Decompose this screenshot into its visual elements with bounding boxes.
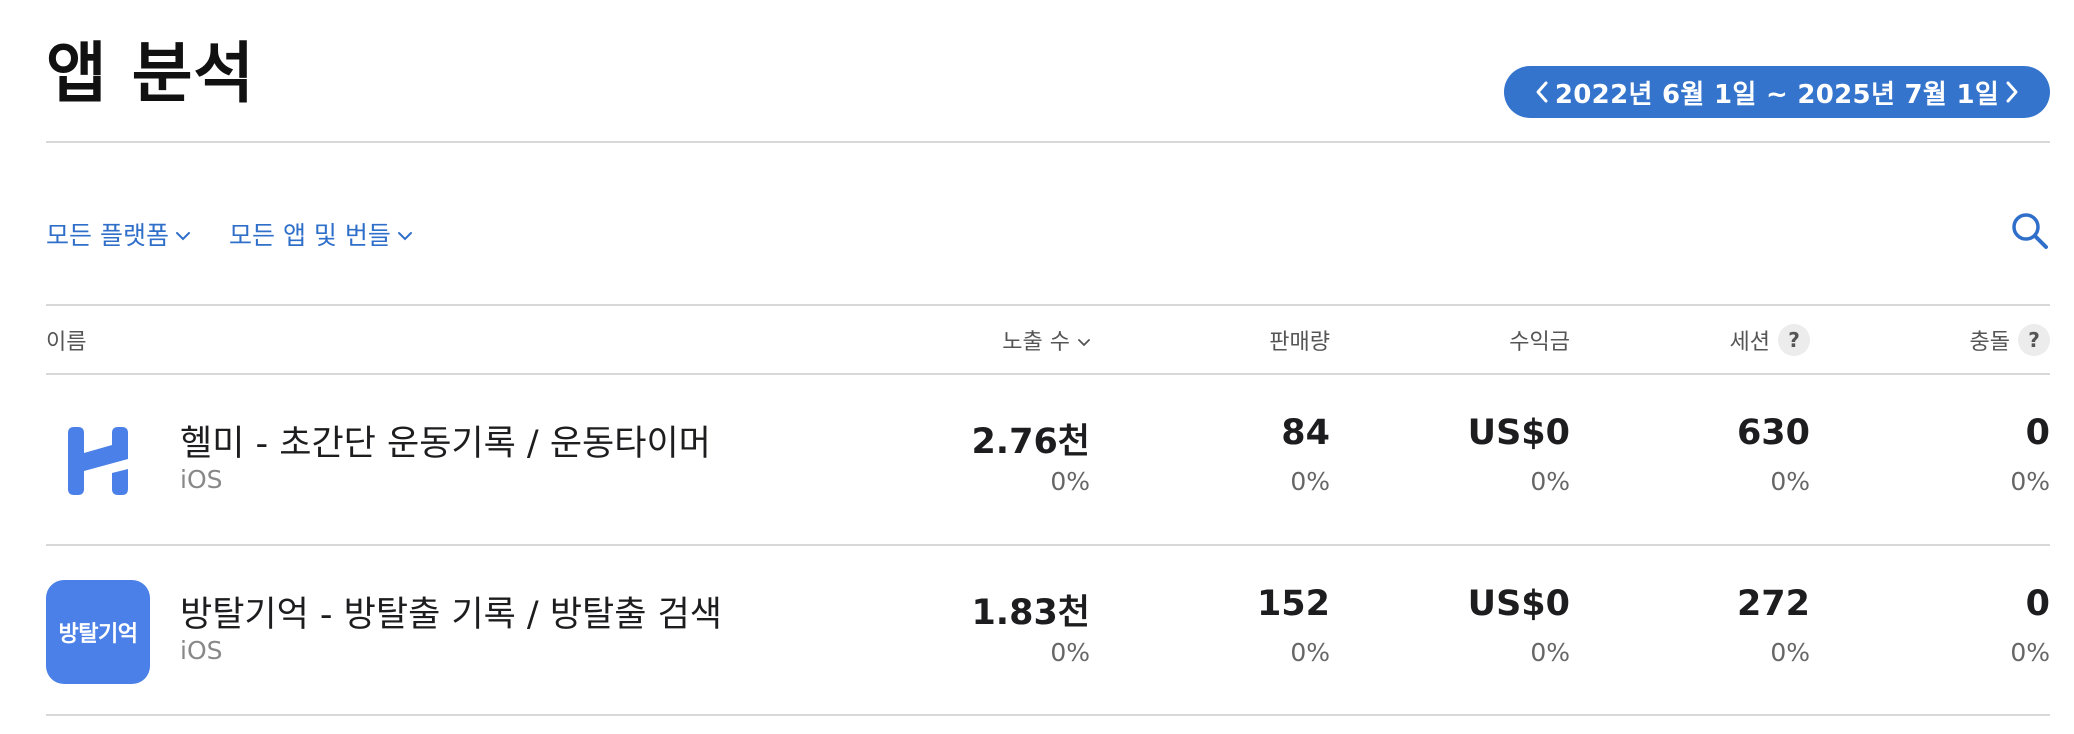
impressions-value: 1.83천 — [971, 593, 1090, 633]
chevron-down-icon — [397, 232, 412, 241]
previous-range-button[interactable] — [1532, 77, 1552, 107]
search-button[interactable] — [2010, 211, 2050, 251]
platform-filter-dropdown[interactable]: 모든 플랫폼 — [46, 216, 191, 252]
app-platform: iOS — [180, 636, 223, 665]
proceeds-change: 0% — [1530, 467, 1570, 496]
search-icon — [2012, 213, 2048, 249]
bangtal-app-icon[interactable]: 방탈기억 — [46, 580, 150, 684]
date-range-label[interactable]: 2022년 6월 1일 ~ 2025년 7월 1일 — [1555, 74, 1999, 111]
platform-filter-label: 모든 플랫폼 — [46, 221, 169, 250]
impressions-change: 0% — [1050, 467, 1090, 496]
column-header-sales[interactable]: 판매량 — [1269, 324, 1330, 356]
chevron-right-icon — [2006, 81, 2018, 103]
sales-change: 0% — [1290, 467, 1330, 496]
column-header-impressions-label: 노출 수 — [1002, 330, 1070, 355]
table-row[interactable]: 방탈기억 방탈기억 - 방탈출 기록 / 방탈출 검색 iOS 1.83천 0%… — [0, 546, 2074, 716]
sort-chevron-icon — [1078, 328, 1090, 353]
sales-value: 152 — [1256, 584, 1330, 624]
column-header-name-label: 이름 — [46, 330, 87, 355]
column-header-crashes-label: 충돌 — [1969, 330, 2010, 355]
column-header-name: 이름 — [46, 324, 86, 356]
table-row[interactable]: 헬미 - 초간단 운동기록 / 운동타이머 iOS 2.76천 0% 84 0%… — [0, 375, 2074, 545]
crashes-change: 0% — [2010, 467, 2050, 496]
app-name[interactable]: 헬미 - 초간단 운동기록 / 운동타이머 — [180, 415, 711, 466]
sales-value: 84 — [1281, 413, 1330, 453]
crashes-help-icon[interactable]: ? — [2018, 324, 2050, 356]
sessions-value: 272 — [1736, 584, 1810, 624]
crashes-value: 0 — [2025, 413, 2050, 453]
sessions-help-icon[interactable]: ? — [1778, 324, 1810, 356]
next-range-button[interactable] — [2002, 77, 2022, 107]
crashes-change: 0% — [2010, 638, 2050, 667]
column-header-crashes[interactable]: 충돌 ? — [1970, 324, 2050, 356]
proceeds-change: 0% — [1530, 638, 1570, 667]
apps-filter-label: 모든 앱 및 번들 — [229, 221, 391, 250]
app-platform: iOS — [180, 465, 223, 494]
date-range-picker[interactable]: 2022년 6월 1일 ~ 2025년 7월 1일 — [1504, 66, 2050, 118]
table-top-divider — [46, 304, 2050, 306]
sessions-value: 630 — [1736, 413, 1810, 453]
app-name[interactable]: 방탈기억 - 방탈출 기록 / 방탈출 검색 — [180, 586, 722, 637]
sessions-change: 0% — [1770, 467, 1810, 496]
crashes-value: 0 — [2025, 584, 2050, 624]
column-header-sessions-label: 세션 — [1729, 330, 1770, 355]
helmi-app-icon[interactable] — [46, 409, 150, 513]
bangtal-logo-text: 방탈기억 — [58, 622, 138, 647]
title-divider — [46, 141, 2050, 143]
sessions-change: 0% — [1770, 638, 1810, 667]
impressions-change: 0% — [1050, 638, 1090, 667]
proceeds-value: US$0 — [1467, 584, 1570, 624]
column-header-proceeds[interactable]: 수익금 — [1509, 324, 1570, 356]
column-header-sales-label: 판매량 — [1269, 330, 1330, 355]
apps-filter-dropdown[interactable]: 모든 앱 및 번들 — [229, 216, 413, 252]
proceeds-value: US$0 — [1467, 413, 1570, 453]
column-header-proceeds-label: 수익금 — [1509, 330, 1570, 355]
row-divider — [46, 714, 2050, 716]
helmi-logo-icon — [68, 427, 128, 495]
column-header-sessions[interactable]: 세션 ? — [1730, 324, 1810, 356]
column-header-impressions[interactable]: 노출 수 — [1002, 324, 1090, 356]
chevron-down-icon — [175, 232, 190, 241]
page-title: 앱 분석 — [46, 35, 256, 112]
impressions-value: 2.76천 — [971, 422, 1090, 462]
chevron-left-icon — [1536, 81, 1548, 103]
sales-change: 0% — [1290, 638, 1330, 667]
